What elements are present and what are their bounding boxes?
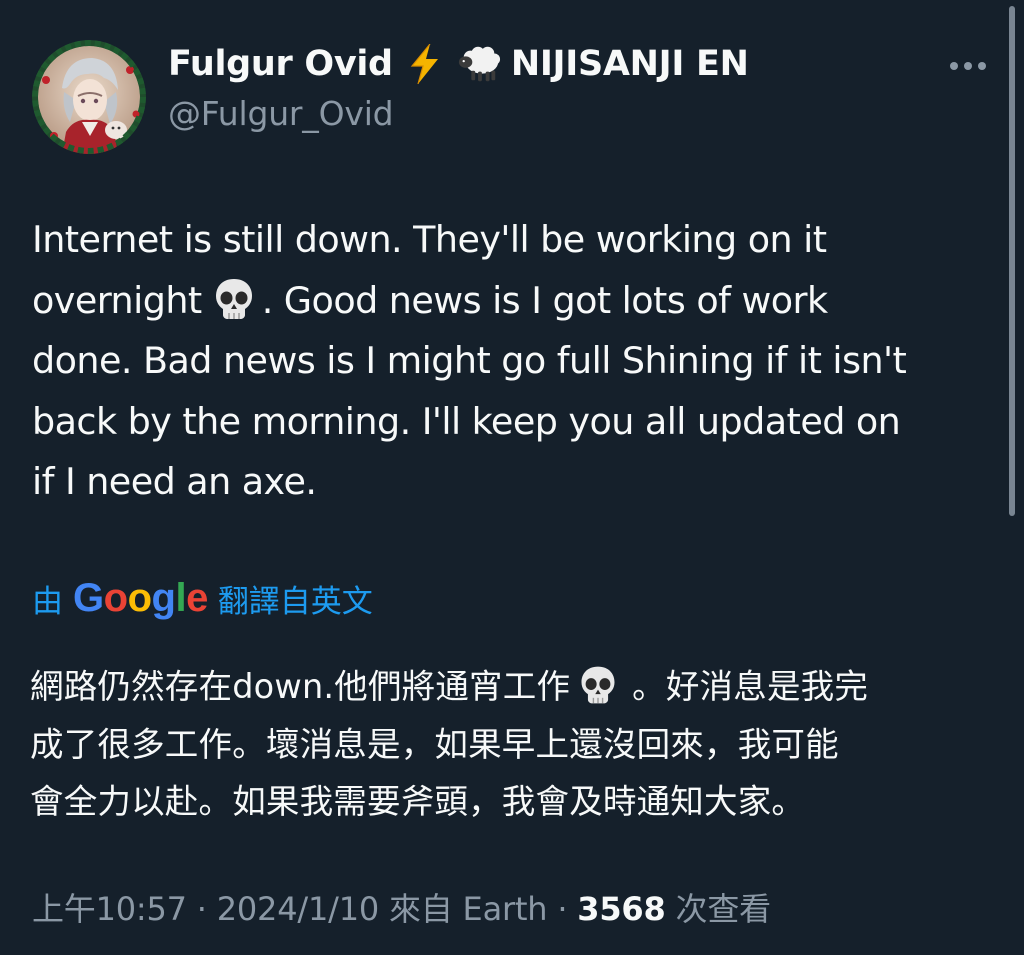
translation-prefix: 由 [32, 584, 63, 620]
author-handle[interactable]: @Fulgur_Ovid [168, 94, 394, 133]
tweet-text-fragment: overnight [32, 278, 202, 322]
translated-text: 網路仍然存在down.他們將通宵工作 。好消息是我完 成了很多工作。壞消息是，如… [30, 658, 990, 831]
skull-emoji-icon [215, 278, 252, 319]
view-count: 3568 [577, 890, 666, 928]
tweet-detail: Fulgur Ovid NIJISANJI EN @Fulgur_Ovid In… [0, 0, 1024, 955]
sheep-icon [457, 42, 501, 86]
translated-text-fragment: 。好消息是我完 [632, 667, 869, 706]
more-options-button[interactable] [944, 50, 992, 82]
avatar[interactable] [32, 40, 146, 154]
scrollbar[interactable] [1009, 6, 1015, 516]
translation-suffix: 翻譯自英文 [217, 584, 373, 620]
tweet-line: done. Bad news is I might go full Shinin… [32, 339, 907, 382]
more-dots-icon [950, 62, 986, 70]
tweet-meta: 上午10:57 · 2024/1/10 來自 Earth · 3568 次查看 [32, 884, 771, 930]
translated-line: 網路仍然存在down.他們將通宵工作 。好消息是我完 [30, 658, 990, 716]
author-display-name[interactable]: Fulgur Ovid [168, 44, 393, 84]
tweet-text-fragment: . Good news is I got lots of work [261, 278, 828, 322]
tweet-line: if I need an axe. [32, 460, 317, 503]
avatar-image [32, 40, 146, 154]
tweet-text: Internet is still down. They'll be worki… [32, 210, 998, 513]
tweet-timestamp[interactable]: 上午10:57 · 2024/1/10 來自 Earth · [32, 890, 577, 928]
translated-line: 會全力以赴。如果我需要斧頭，我會及時通知大家。 [30, 782, 806, 821]
author-name-row[interactable]: Fulgur Ovid NIJISANJI EN [168, 42, 749, 86]
google-logo: Google [73, 576, 208, 620]
lightning-bolt-icon [403, 42, 447, 86]
skull-emoji-icon [581, 666, 615, 704]
translated-by-google[interactable]: 由 Google 翻譯自英文 [32, 576, 373, 621]
views-label: 次查看 [665, 890, 772, 928]
translated-text-fragment: 網路仍然存在down.他們將通宵工作 [30, 667, 571, 706]
translated-line: 成了很多工作。壞消息是，如果早上還沒回來，我可能 [30, 724, 839, 764]
tweet-line: overnight . Good news is I got lots of w… [32, 271, 998, 332]
tweet-line: back by the morning. I'll keep you all u… [32, 399, 901, 443]
author-affiliation: NIJISANJI EN [510, 44, 749, 84]
tweet-line: Internet is still down. They'll be worki… [32, 218, 827, 261]
